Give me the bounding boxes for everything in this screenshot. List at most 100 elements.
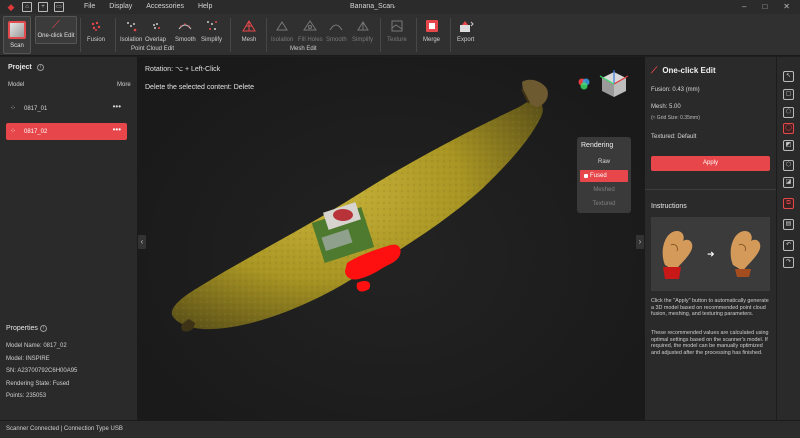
fill-holes-icon	[303, 20, 318, 31]
connected-select-icon[interactable]: ⬡	[783, 160, 794, 171]
pc-simplify-button[interactable]: Simplify	[201, 18, 222, 43]
right-tool-strip: ↖ ▢ ⬠ ◯ ◩ ⬡ ◪ ⧉ ▤ ↶ ↷	[776, 57, 800, 420]
overlap-button[interactable]: Overlap	[145, 18, 166, 43]
mesh-isolation-button[interactable]: Isolation	[271, 18, 293, 43]
info-icon[interactable]: i	[40, 325, 47, 332]
properties-title: Properties	[6, 325, 38, 332]
app-logo-icon: ◆	[7, 2, 15, 12]
ribbon-divider	[115, 18, 116, 52]
mesh-icon	[242, 20, 256, 32]
point-cloud-icon: ⁘	[10, 128, 16, 135]
select-cursor-icon[interactable]: ↖	[783, 71, 794, 82]
fusion-button[interactable]: Fusion	[87, 18, 105, 43]
menu-accessories[interactable]: Accessories	[146, 3, 184, 10]
one-click-edit-button[interactable]: ⟋ One-click Edit	[35, 16, 77, 44]
close-icon[interactable]: ✕	[783, 2, 790, 11]
status-bar: Scanner Connected | Connection Type USB	[0, 420, 800, 438]
banana-scan-model[interactable]	[137, 57, 645, 420]
more-options-icon[interactable]: •••	[113, 102, 121, 111]
mesh-value: Mesh: 5.00	[651, 104, 681, 110]
render-textured-option[interactable]: Textured	[580, 198, 628, 210]
pc-smooth-button[interactable]: Smooth	[175, 18, 196, 43]
pc-simplify-label: Simplify	[201, 37, 223, 43]
model-row-0817-02[interactable]: ⁘ 0817_02 •••	[6, 123, 127, 140]
info-icon[interactable]: i	[37, 64, 44, 71]
model-row-0817-01[interactable]: ⁘ 0817_01 •••	[6, 100, 127, 117]
mesh-button[interactable]: Mesh	[241, 18, 257, 43]
select-all-icon[interactable]: ◪	[783, 177, 794, 188]
scan-cube-icon	[8, 21, 26, 39]
mesh-simplify-button[interactable]: Simplify	[352, 18, 373, 43]
ribbon-divider	[450, 18, 451, 52]
scan-button[interactable]: Scan	[3, 16, 31, 54]
fill-holes-label: Fill Holes	[298, 37, 323, 43]
polygon-select-icon[interactable]: ⬠	[783, 107, 794, 118]
instructions-illustration: ➜	[651, 217, 770, 291]
new-project-icon[interactable]: +	[38, 2, 48, 12]
isolation-icon	[127, 22, 137, 32]
view-cube-icon[interactable]	[599, 69, 629, 99]
merge-button[interactable]: Merge	[423, 18, 440, 43]
pc-isolation-button[interactable]: Isolation	[120, 18, 142, 43]
export-label: Export	[457, 37, 475, 43]
rect-select-icon[interactable]: ▢	[783, 89, 794, 100]
color-mode-icon[interactable]	[577, 77, 591, 91]
prop-sn: SN: A23700792C6H00A95	[6, 368, 78, 374]
mesh-simplify-icon	[356, 21, 369, 31]
title-dropdown-icon[interactable]: ⌄	[391, 2, 397, 10]
mesh-smooth-button[interactable]: Smooth	[326, 18, 347, 43]
ribbon-divider	[416, 18, 417, 52]
menu-file[interactable]: File	[84, 3, 95, 10]
render-fused-option[interactable]: Fused	[580, 170, 628, 182]
render-meshed-option[interactable]: Meshed	[580, 184, 628, 196]
fusion-value: Fusion: 0.43 (mm)	[651, 87, 700, 93]
model-name: 0817_01	[24, 105, 48, 112]
model-column-label: Model	[8, 82, 25, 88]
texture-button[interactable]: Texture	[387, 18, 407, 43]
menu-help[interactable]: Help	[198, 3, 212, 10]
open-folder-icon[interactable]: ▭	[54, 2, 64, 12]
invert-select-icon[interactable]: ◩	[783, 140, 794, 151]
more-options-icon[interactable]: •••	[113, 125, 121, 134]
menu-display[interactable]: Display	[109, 3, 132, 10]
undo-icon[interactable]: ↶	[783, 240, 794, 251]
one-click-label: One-click Edit	[37, 33, 75, 39]
connection-status: Scanner Connected | Connection Type USB	[6, 426, 123, 432]
mesh-simplify-label: Simplify	[352, 37, 374, 43]
home-icon[interactable]: ⌂	[22, 2, 32, 12]
deselect-icon[interactable]: ⧉	[783, 198, 794, 209]
window-controls: – □ ✕	[742, 2, 790, 11]
more-link[interactable]: More	[117, 82, 131, 88]
lasso-select-icon[interactable]: ◯	[783, 123, 794, 134]
rendering-panel: Rendering Raw Fused Meshed Textured	[577, 137, 631, 213]
3d-viewport[interactable]: Rotation: ⌥ + Left-Click Delete the sele…	[137, 57, 645, 420]
scan-label: Scan	[10, 43, 24, 49]
rendering-title: Rendering	[581, 142, 614, 149]
mesh-smooth-icon	[329, 24, 343, 31]
simplify-icon	[206, 21, 217, 30]
grid-size-note: (≈ Grid Size: 0.35mm)	[651, 115, 700, 121]
mesh-smooth-label: Smooth	[326, 37, 347, 43]
model-name: 0817_02	[24, 128, 48, 135]
texture-label: Texture	[387, 37, 407, 43]
overlap-label: Overlap	[145, 37, 167, 43]
minimize-icon[interactable]: –	[742, 2, 746, 11]
redo-icon[interactable]: ↷	[783, 257, 794, 268]
mesh-group-label: Mesh Edit	[290, 46, 317, 52]
ribbon-divider	[266, 18, 267, 52]
point-cloud-group-label: Point Cloud Edit	[131, 46, 175, 52]
one-click-title: One-click Edit	[662, 66, 716, 75]
before-after-illustration: ➜	[662, 231, 761, 279]
apply-button[interactable]: Apply	[651, 156, 770, 171]
export-button[interactable]: Export	[457, 18, 474, 43]
textured-value: Textured: Default	[651, 134, 697, 140]
maximize-icon[interactable]: □	[762, 2, 767, 11]
render-raw-option[interactable]: Raw	[580, 156, 628, 168]
clipboard-icon[interactable]: ▤	[783, 219, 794, 230]
prop-rendering-state: Rendering State: Fused	[6, 381, 70, 387]
fill-holes-button[interactable]: Fill Holes	[298, 18, 323, 43]
one-click-edit-panel: ⟋ One-click Edit Fusion: 0.43 (mm) Mesh:…	[645, 57, 776, 420]
mesh-label: Mesh	[241, 37, 257, 43]
ribbon-divider	[230, 18, 231, 52]
instructions-paragraph-1: Click the "Apply" button to automaticall…	[651, 298, 769, 318]
